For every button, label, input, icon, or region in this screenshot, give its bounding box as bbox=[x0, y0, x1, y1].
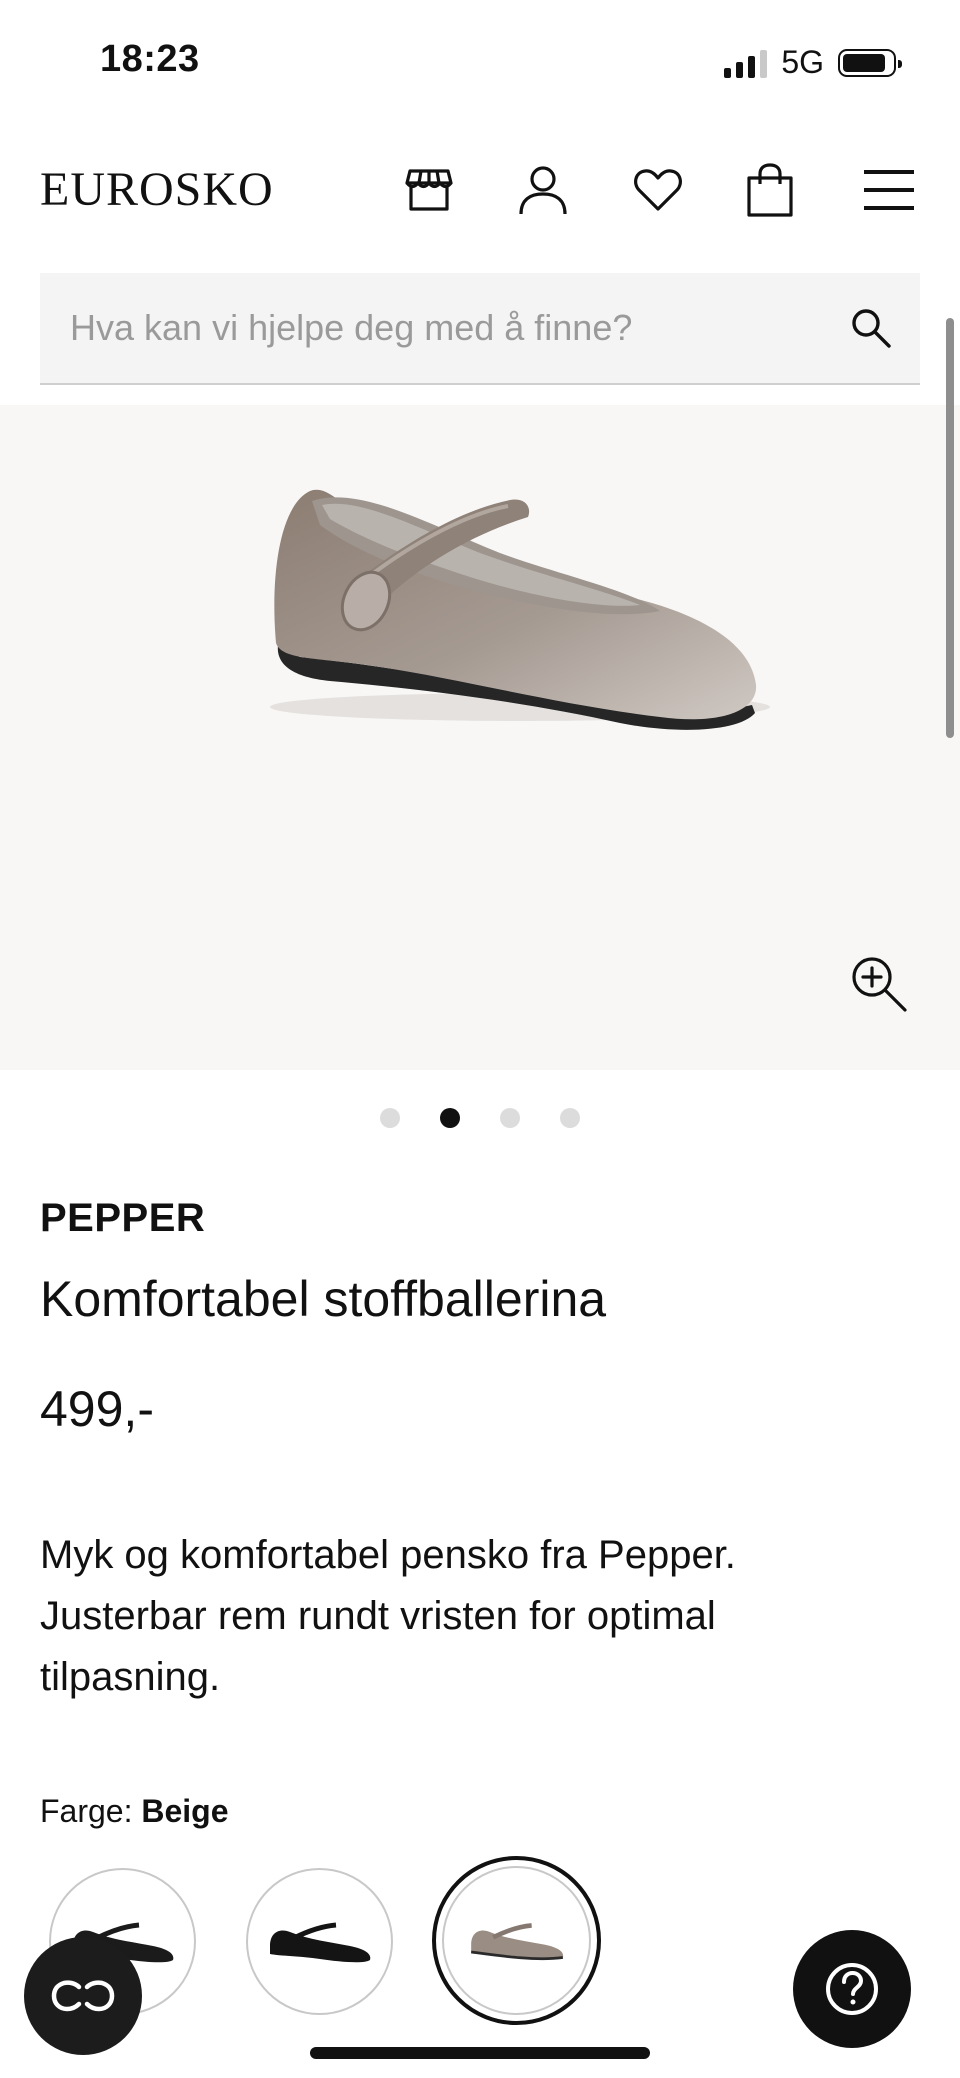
account-icon[interactable] bbox=[516, 162, 570, 218]
help-icon bbox=[826, 1963, 878, 2015]
selected-color: Beige bbox=[141, 1793, 229, 1829]
chat-logo-icon bbox=[51, 1980, 115, 2012]
gallery-dot-1[interactable] bbox=[380, 1108, 400, 1128]
gallery-dot-3[interactable] bbox=[500, 1108, 520, 1128]
network-label: 5G bbox=[781, 44, 824, 80]
color-swatch-beige[interactable] bbox=[432, 1856, 601, 2025]
product-brand[interactable]: PEPPER bbox=[40, 1196, 205, 1241]
page-scrollbar[interactable] bbox=[946, 318, 954, 738]
product-description: Myk og komfortabel pensko fra Pepper. Ju… bbox=[40, 1533, 736, 1699]
gallery-pagination bbox=[0, 1108, 960, 1128]
gallery-dot-4[interactable] bbox=[560, 1108, 580, 1128]
search-bar bbox=[40, 273, 920, 385]
swatch-shoe-image bbox=[269, 1922, 370, 1962]
color-label: Farge: Beige bbox=[40, 1793, 229, 1830]
color-swatch-black-2[interactable] bbox=[246, 1868, 393, 2015]
color-label-prefix: Farge: bbox=[40, 1793, 133, 1829]
heart-icon[interactable] bbox=[631, 162, 685, 218]
swatch-shoe-image bbox=[470, 1922, 563, 1960]
battery-icon bbox=[838, 48, 902, 77]
home-indicator[interactable] bbox=[310, 2047, 650, 2059]
product-image-gallery[interactable] bbox=[0, 405, 960, 1070]
chat-button[interactable] bbox=[24, 1937, 142, 2055]
status-indicators: 5G bbox=[724, 44, 902, 81]
status-time: 18:23 bbox=[100, 38, 200, 80]
help-button[interactable] bbox=[793, 1930, 911, 2048]
search-icon[interactable] bbox=[850, 307, 892, 354]
menu-icon[interactable] bbox=[862, 162, 916, 218]
product-name: Komfortabel stoffballerina bbox=[40, 1271, 607, 1327]
gallery-dot-2[interactable] bbox=[440, 1108, 460, 1128]
store-icon[interactable] bbox=[402, 162, 456, 218]
brand-logo[interactable]: EUROSKO bbox=[40, 162, 274, 217]
search-input[interactable] bbox=[68, 273, 832, 383]
product-image bbox=[270, 489, 770, 730]
swatch-inner bbox=[442, 1866, 591, 2015]
bag-icon[interactable] bbox=[743, 162, 797, 218]
zoom-in-icon[interactable] bbox=[850, 955, 908, 1018]
signal-icon bbox=[724, 48, 768, 78]
product-price: 499,- bbox=[40, 1381, 154, 1437]
